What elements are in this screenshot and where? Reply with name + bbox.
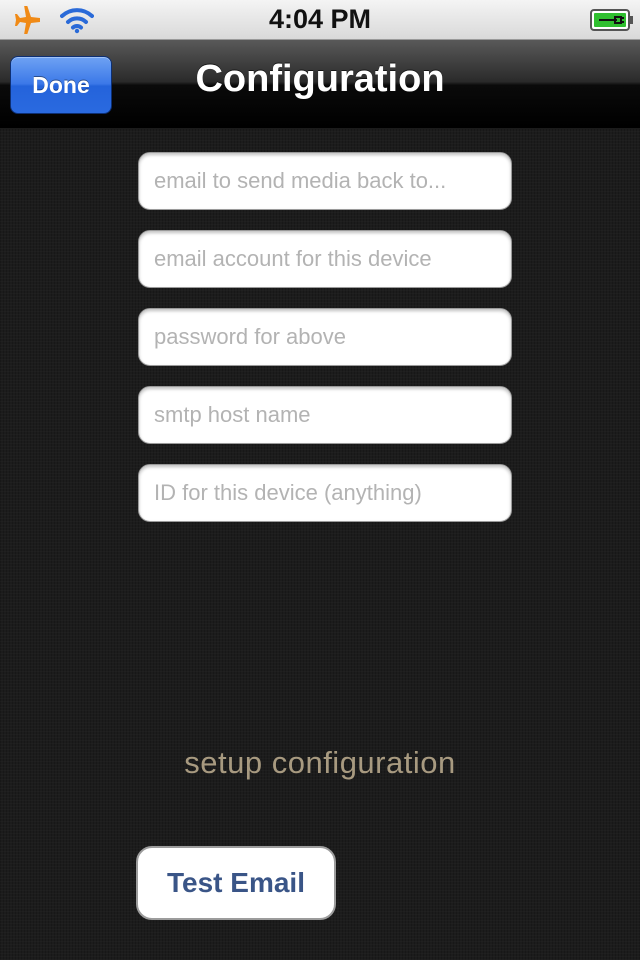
return-email-field[interactable] xyxy=(138,152,512,210)
device-id-field[interactable] xyxy=(138,464,512,522)
password-field[interactable] xyxy=(138,308,512,366)
done-button[interactable]: Done xyxy=(10,56,112,114)
status-bar: 4:04 PM xyxy=(0,0,640,40)
page-title: Configuration xyxy=(195,58,445,100)
status-message: setup configuration xyxy=(184,745,456,780)
status-time: 4:04 PM xyxy=(268,4,372,34)
configuration-form: setup configuration Test Email xyxy=(0,129,640,960)
device-email-account-field[interactable] xyxy=(138,230,512,288)
test-email-button[interactable]: Test Email xyxy=(136,846,336,920)
smtp-host-field[interactable] xyxy=(138,386,512,444)
navigation-bar: Done Configuration xyxy=(0,40,640,128)
battery-charging-icon xyxy=(590,9,633,31)
